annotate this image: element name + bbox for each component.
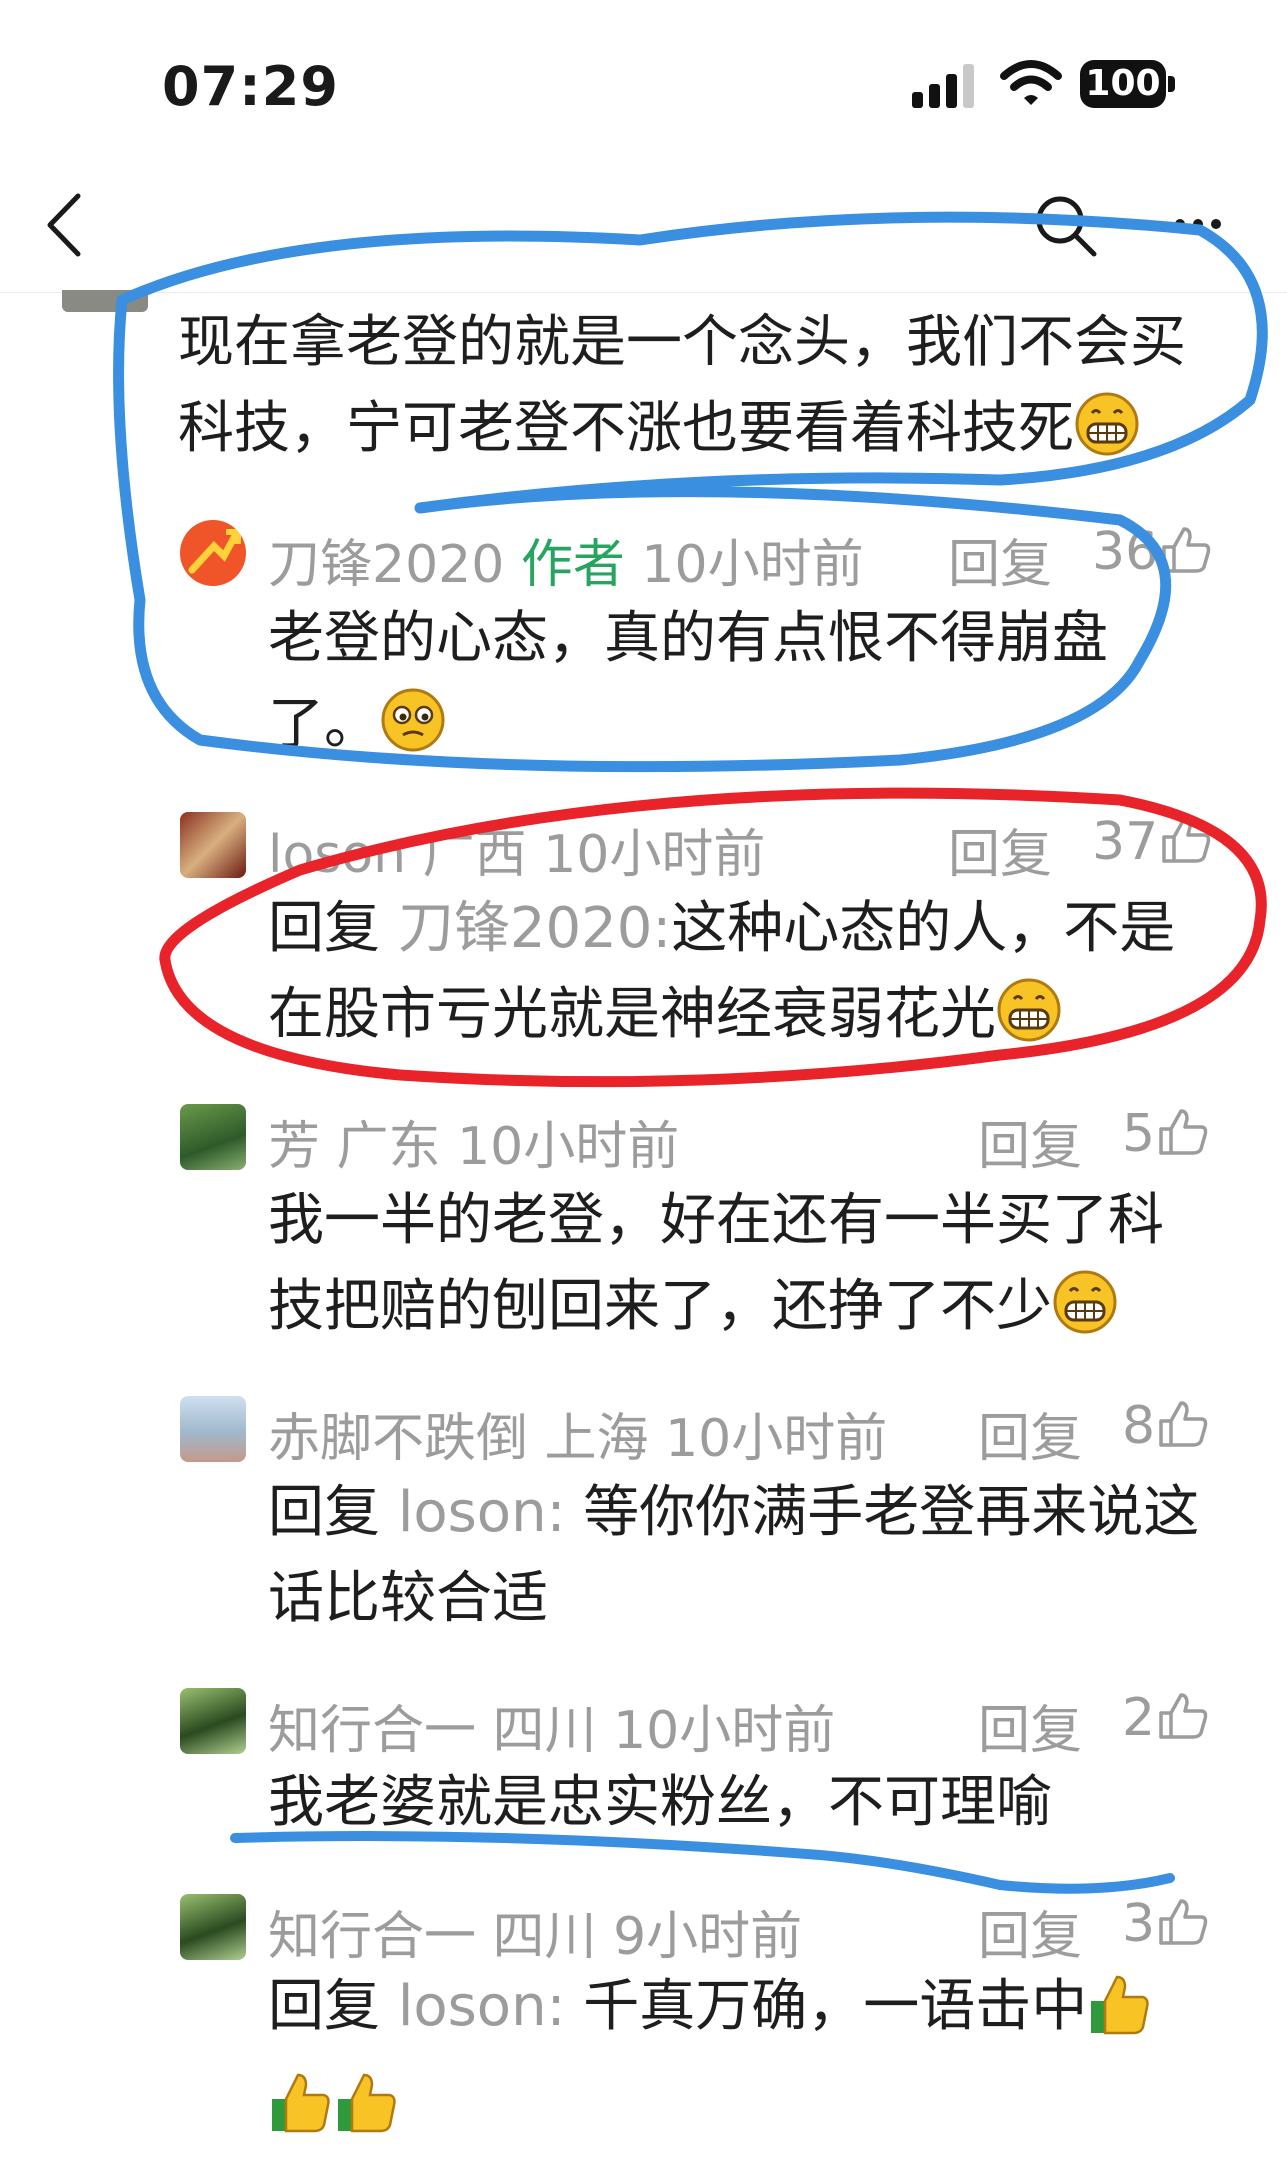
blue-annotation-loop [113,211,1268,773]
annotation-overlay [113,211,1268,1894]
red-annotation-loop [159,787,1267,1088]
blue-underline [230,1831,1175,1894]
